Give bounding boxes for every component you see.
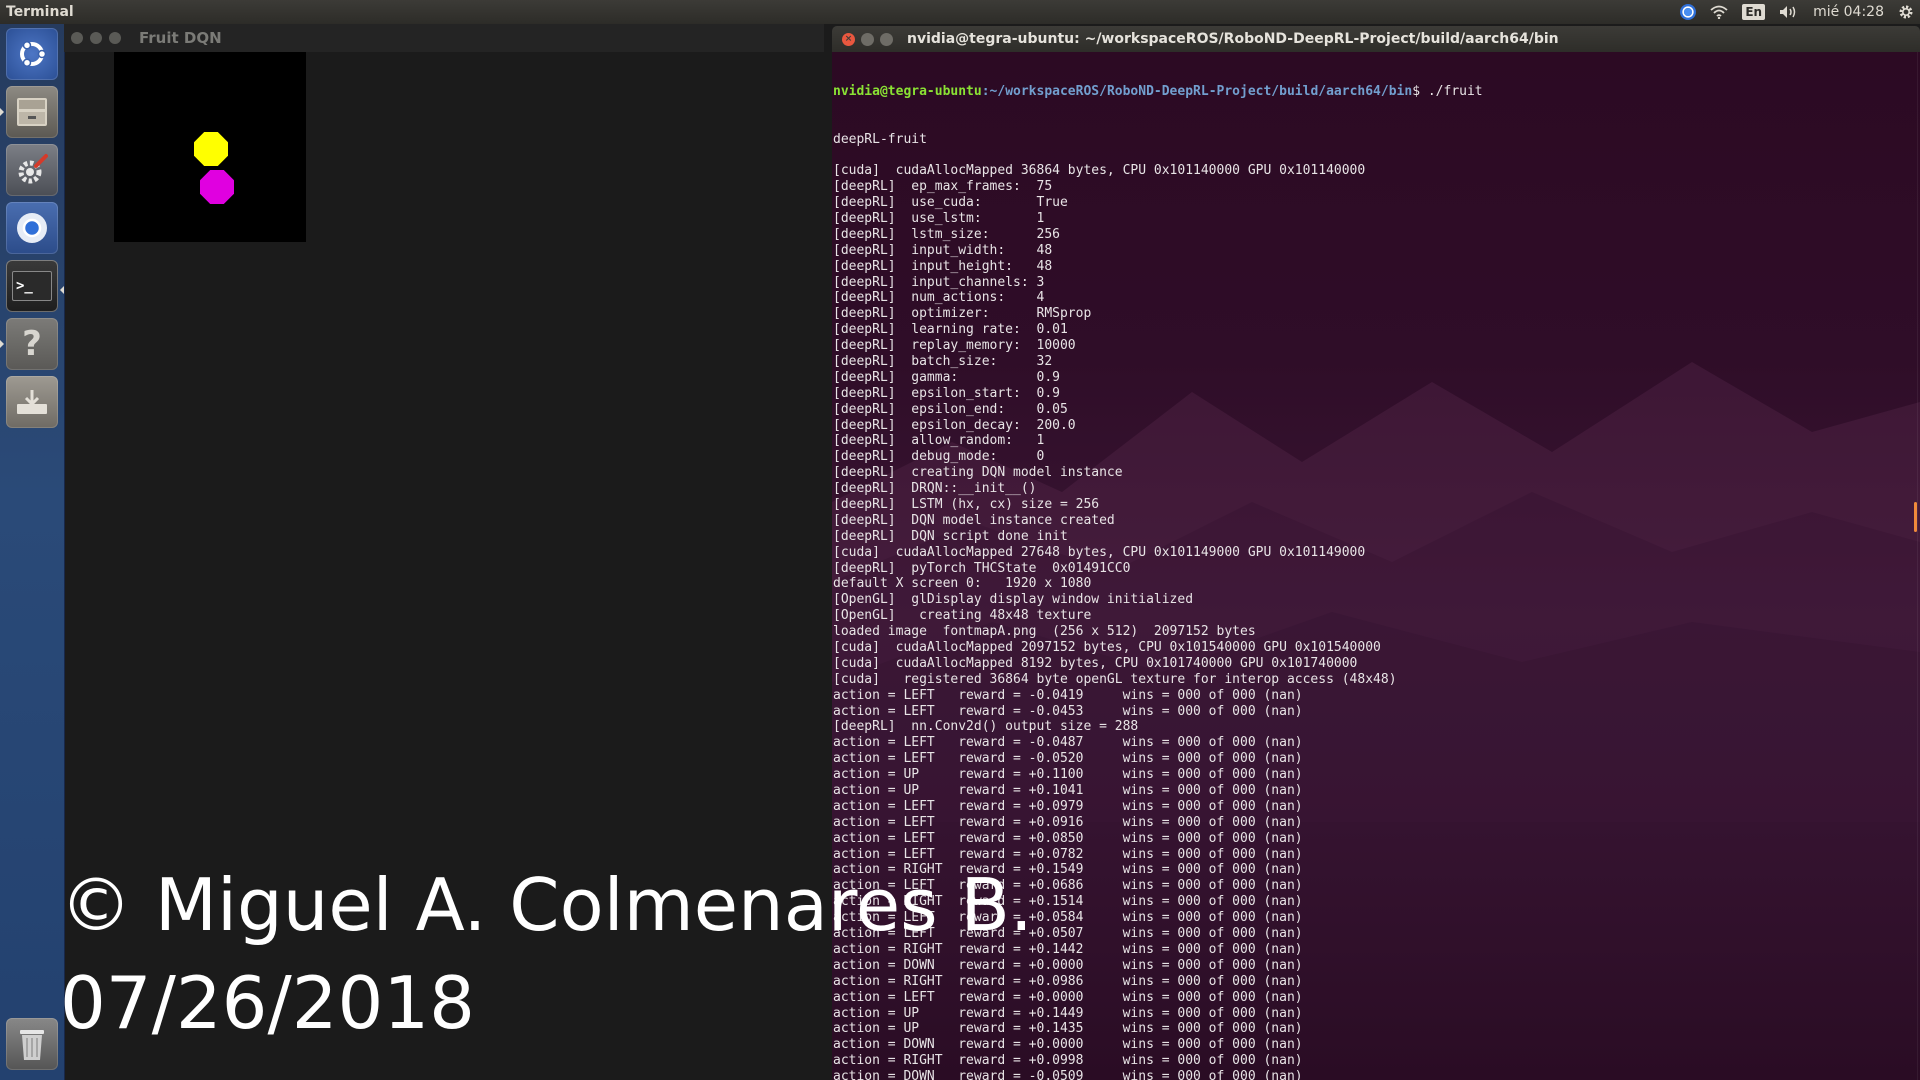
- terminal-line: [deepRL] epsilon_start: 0.9: [833, 385, 1060, 401]
- agent-sprite: [194, 132, 228, 166]
- fruit-sprite: [200, 170, 234, 204]
- trash-icon[interactable]: [6, 1018, 58, 1070]
- terminal-line: [deepRL] debug_mode: 0: [833, 449, 1045, 465]
- window-title: Fruit DQN: [139, 29, 222, 47]
- watermark-author: © Miguel A. Colmenares B.: [60, 863, 1033, 947]
- settings-wrench-icon[interactable]: [6, 144, 58, 196]
- terminal-line: [deepRL] use_lstm: 1: [833, 210, 1045, 226]
- volume-icon[interactable]: [1779, 0, 1799, 24]
- terminal-line: [deepRL] epsilon_end: 0.05: [833, 401, 1068, 417]
- maximize-button[interactable]: [109, 32, 121, 44]
- terminal-line: [deepRL] DRQN::__init__(): [833, 481, 1037, 497]
- terminal-line: [deepRL] creating DQN model instance: [833, 465, 1123, 481]
- terminal-line: [deepRL] input_width: 48: [833, 242, 1053, 258]
- terminal-line: [deepRL] allow_random: 1: [833, 433, 1045, 449]
- terminal-line: [deepRL] lstm_size: 256: [833, 226, 1060, 242]
- prompt-user: nvidia@tegra-ubuntu: [833, 83, 982, 99]
- terminal-line: [deepRL] learning rate: 0.01: [833, 322, 1068, 338]
- clock[interactable]: mié 04:28: [1813, 0, 1884, 24]
- terminal-line: [deepRL] epsilon_decay: 200.0: [833, 417, 1076, 433]
- close-button[interactable]: [71, 32, 83, 44]
- desktop: Terminal En mié 04:28 >_ ? Fruit DQN × n…: [0, 0, 1920, 1080]
- install-icon[interactable]: [6, 376, 58, 428]
- terminal-line: action = LEFT reward = -0.0453 wins = 00…: [833, 703, 1303, 719]
- terminal-line: action = LEFT reward = +0.0916 wins = 00…: [833, 814, 1303, 830]
- language-label: En: [1742, 4, 1766, 20]
- chromium-indicator-icon[interactable]: [1680, 0, 1697, 24]
- ubuntu-logo-icon[interactable]: [6, 28, 58, 80]
- terminal-line: action = RIGHT reward = +0.0998 wins = 0…: [833, 1053, 1303, 1069]
- terminal-line: [cuda] registered 36864 byte openGL text…: [833, 671, 1397, 687]
- terminal-line: action = LEFT reward = +0.0979 wins = 00…: [833, 798, 1303, 814]
- terminal-line: [cuda] cudaAllocMapped 2097152 bytes, CP…: [833, 640, 1381, 656]
- terminal-line: [deepRL] DQN script done init: [833, 528, 1068, 544]
- terminal-line: action = LEFT reward = -0.0520 wins = 00…: [833, 751, 1303, 767]
- terminal-line: action = DOWN reward = -0.0509 wins = 00…: [833, 1069, 1303, 1080]
- prompt-path: :~/workspaceROS/RoboND-DeepRL-Project/bu…: [981, 83, 1413, 99]
- terminal-line: [deepRL] input_channels: 3: [833, 274, 1045, 290]
- terminal-line: action = LEFT reward = -0.0419 wins = 00…: [833, 687, 1303, 703]
- terminal-line: action = LEFT reward = +0.0850 wins = 00…: [833, 830, 1303, 846]
- terminal-line: [deepRL] replay_memory: 10000: [833, 338, 1076, 354]
- terminal-glyph: >_: [12, 271, 52, 301]
- terminal-line: [deepRL] gamma: 0.9: [833, 369, 1060, 385]
- terminal-line: [deepRL] DQN model instance created: [833, 512, 1115, 528]
- terminal-line: [deepRL] use_cuda: True: [833, 195, 1068, 211]
- file-cabinet-icon[interactable]: [6, 86, 58, 138]
- fruit-window-titlebar[interactable]: Fruit DQN: [64, 24, 824, 52]
- scrollbar-track[interactable]: [1917, 52, 1918, 1080]
- copyright-watermark: © Miguel A. Colmenares B. 07/26/2018: [60, 856, 1033, 1052]
- terminal-line: [cuda] cudaAllocMapped 27648 bytes, CPU …: [833, 544, 1366, 560]
- question-mark-icon[interactable]: ?: [6, 318, 58, 370]
- terminal-line: [OpenGL] creating 48x48 texture: [833, 608, 1092, 624]
- terminal-icon[interactable]: >_: [6, 260, 58, 312]
- terminal-line: action = LEFT reward = -0.0487 wins = 00…: [833, 735, 1303, 751]
- terminal-line: deepRL-fruit: [833, 131, 927, 147]
- terminal-line: [deepRL] num_actions: 4: [833, 290, 1045, 306]
- terminal-titlebar[interactable]: × nvidia@tegra-ubuntu: ~/workspaceROS/Ro…: [832, 26, 1920, 52]
- keyboard-language-indicator[interactable]: En: [1742, 0, 1766, 24]
- terminal-line: [deepRL] optimizer: RMSprop: [833, 306, 1092, 322]
- running-indicator: [0, 108, 4, 116]
- active-app-title: Terminal: [6, 4, 74, 20]
- terminal-line: [OpenGL] glDisplay display window initia…: [833, 592, 1194, 608]
- maximize-button[interactable]: [880, 32, 893, 46]
- launcher: >_ ?: [0, 24, 65, 1080]
- help-glyph: ?: [22, 324, 42, 364]
- top-panel: Terminal En mié 04:28: [0, 0, 1920, 24]
- chromium-icon[interactable]: [6, 202, 58, 254]
- watermark-date: 07/26/2018: [60, 961, 475, 1045]
- prompt-line: nvidia@tegra-ubuntu:~/workspaceROS/RoboN…: [833, 84, 1913, 100]
- game-canvas: [114, 52, 306, 242]
- focused-indicator: [60, 286, 64, 294]
- window-title: nvidia@tegra-ubuntu: ~/workspaceROS/Robo…: [907, 31, 1559, 47]
- close-button[interactable]: ×: [842, 32, 855, 46]
- terminal-line: [deepRL] nn.Conv2d() output size = 288: [833, 719, 1139, 735]
- terminal-line: [deepRL] pyTorch THCState 0x01491CC0: [833, 560, 1131, 576]
- terminal-line: [cuda] cudaAllocMapped 36864 bytes, CPU …: [833, 163, 1366, 179]
- wifi-icon[interactable]: [1710, 0, 1728, 24]
- indicator-area: En mié 04:28: [1680, 0, 1914, 24]
- prompt-command: $ ./fruit: [1412, 83, 1483, 99]
- terminal-line: default X screen 0: 1920 x 1080: [833, 576, 1092, 592]
- running-indicator: [0, 340, 4, 348]
- terminal-line: [deepRL] ep_max_frames: 75: [833, 179, 1053, 195]
- terminal-line: action = UP reward = +0.1041 wins = 000 …: [833, 783, 1303, 799]
- scrollbar-thumb[interactable]: [1914, 502, 1917, 532]
- minimize-button[interactable]: [90, 32, 102, 44]
- minimize-button[interactable]: [861, 32, 874, 46]
- terminal-line: action = UP reward = +0.1100 wins = 000 …: [833, 767, 1303, 783]
- terminal-line: [deepRL] batch_size: 32: [833, 353, 1053, 369]
- terminal-line: [deepRL] LSTM (hx, cx) size = 256: [833, 497, 1100, 512]
- terminal-line: [cuda] cudaAllocMapped 8192 bytes, CPU 0…: [833, 655, 1358, 671]
- terminal-line: loaded image fontmapA.png (256 x 512) 20…: [833, 624, 1256, 640]
- terminal-line: [deepRL] input_height: 48: [833, 258, 1053, 274]
- gear-icon[interactable]: [1898, 0, 1914, 24]
